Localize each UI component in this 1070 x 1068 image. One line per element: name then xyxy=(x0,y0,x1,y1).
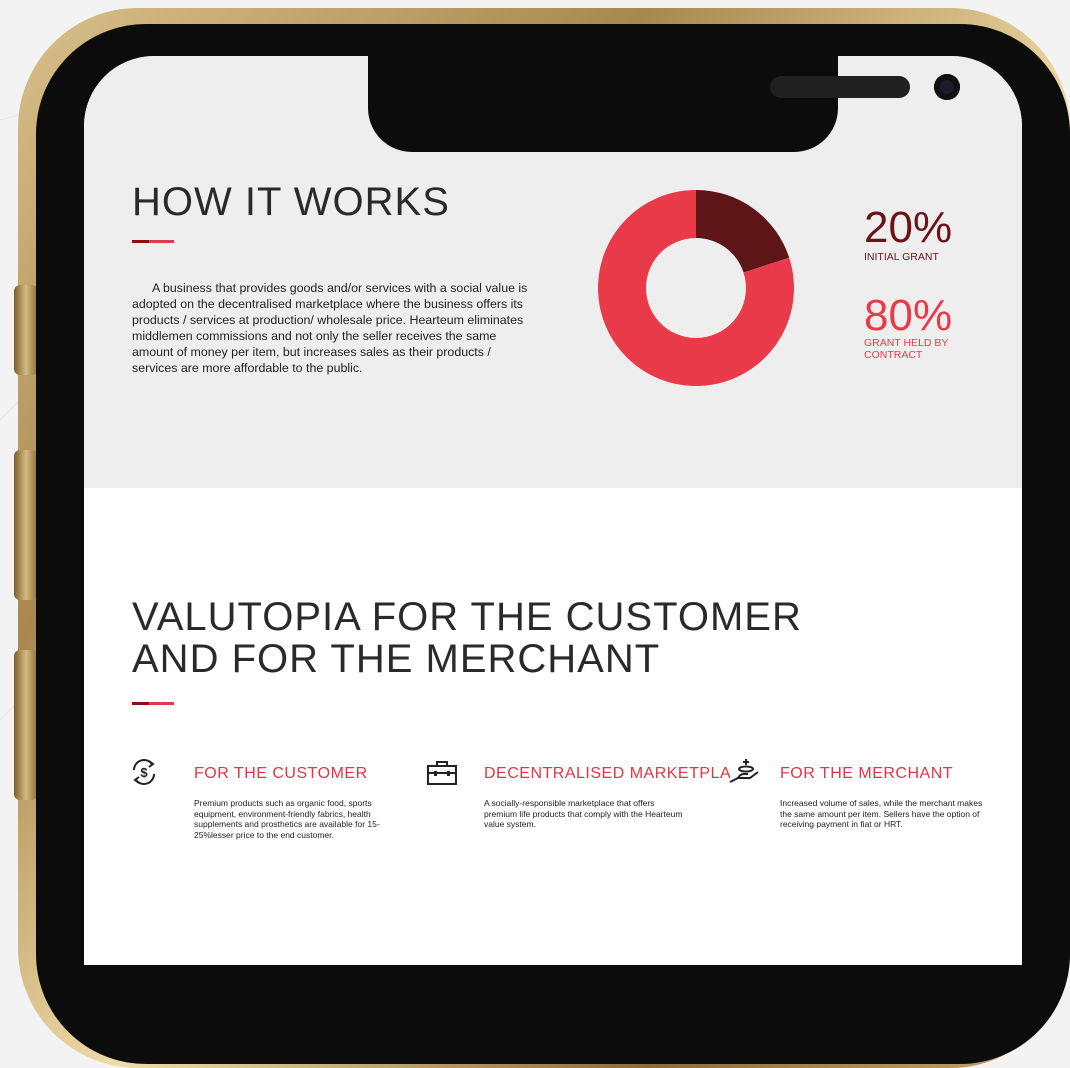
front-camera xyxy=(934,74,960,100)
decentralised-marketplace-text: A socially-responsible marketplace that … xyxy=(484,798,683,829)
phone-notch xyxy=(368,56,960,152)
phone-side-button xyxy=(14,450,38,600)
how-it-works-title: HOW IT WORKS xyxy=(132,180,450,224)
how-it-works-description: A business that provides goods and/or se… xyxy=(132,281,528,375)
for-customer-text: Premium products such as organic food, s… xyxy=(194,798,380,840)
valutopia-title: VALUTOPIA FOR THE CUSTOMER AND FOR THE M… xyxy=(132,596,802,680)
dollar-exchange-icon: $ xyxy=(133,759,155,785)
initial-grant-value: 20% xyxy=(864,203,953,252)
phone-side-button xyxy=(14,285,38,375)
briefcase-icon xyxy=(427,761,457,785)
for-merchant-text: Increased volume of sales, while the mer… xyxy=(780,798,983,829)
grant-donut-chart xyxy=(598,190,794,386)
contract-grant-label: GRANT HELD BY CONTRACT xyxy=(864,337,949,361)
for-merchant-title: FOR THE MERCHANT xyxy=(780,765,954,782)
speaker-grille xyxy=(770,76,910,98)
hand-coins-icon xyxy=(729,759,759,783)
contract-grant-value: 80% xyxy=(864,291,953,340)
phone-screen: HOW IT WORKS A business that provides go… xyxy=(84,56,1022,965)
svg-text:$: $ xyxy=(140,765,148,780)
initial-grant-label: INITIAL GRANT xyxy=(864,251,939,263)
for-customer-title: FOR THE CUSTOMER xyxy=(194,765,368,782)
valutopia-title-line2: AND FOR THE MERCHANT xyxy=(132,637,661,681)
valutopia-title-line1: VALUTOPIA FOR THE CUSTOMER xyxy=(132,595,802,639)
valutopia-underline xyxy=(132,702,174,705)
phone-side-button xyxy=(14,650,38,800)
donut-slice-initial-grant xyxy=(696,190,790,273)
decentralised-marketplace-title: DECENTRALISED MARKETPLACE xyxy=(484,765,730,782)
title-underline xyxy=(132,240,174,243)
